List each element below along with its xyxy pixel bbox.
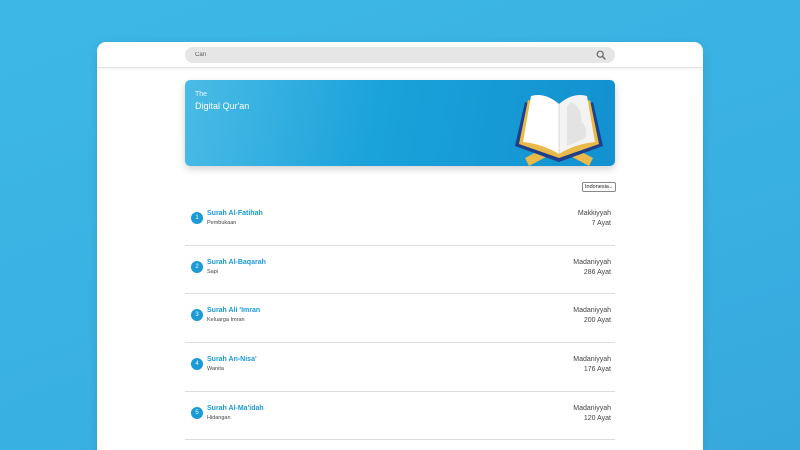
search-icon[interactable] [596, 50, 606, 60]
surah-ayat-count: 200 Ayat [583, 317, 611, 325]
surah-meaning: Wanita [207, 366, 224, 373]
surah-revelation-place: Madaniyyah [573, 258, 611, 266]
search-bar[interactable] [185, 47, 615, 63]
surah-ayat-count: 176 Ayat [583, 366, 611, 374]
language-select[interactable]: Indonesia ⌄ [582, 182, 616, 192]
surah-number-badge: 4 [191, 358, 203, 371]
surah-revelation-place: Madaniyyah [573, 307, 611, 315]
surah-row-1[interactable]: 1 Surah Al-Fatihah Pembukaan Makkiyyah 7… [185, 197, 615, 246]
hero-title: Digital Qur'an [195, 101, 250, 111]
surah-ayat-count: 120 Ayat [583, 414, 611, 422]
surah-revelation-place: Madaniyyah [573, 404, 611, 412]
surah-number-badge: 3 [191, 309, 203, 322]
surah-meaning: Sapi [207, 268, 219, 275]
surah-name[interactable]: Surah Al-Baqarah [207, 259, 266, 266]
surah-row-2[interactable]: 2 Surah Al-Baqarah Sapi Madaniyyah 286 A… [185, 246, 615, 295]
surah-row-4[interactable]: 4 Surah An-Nisa' Wanita Madaniyyah 176 A… [185, 343, 615, 392]
surah-name[interactable]: Surah Al-Fatihah [207, 210, 263, 217]
app-window: The Digital Qur'an Indonesia ⌄ 1 Surah A… [97, 42, 703, 450]
surah-row-3[interactable]: 3 Surah Ali 'Imran Keluarga Imran Madani… [185, 294, 615, 344]
surah-name[interactable]: Surah Al-Ma'idah [207, 405, 264, 412]
surah-number-badge: 1 [191, 212, 203, 224]
surah-name[interactable]: Surah An-Nisa' [207, 356, 257, 363]
surah-number-badge: 2 [191, 260, 203, 273]
chevron-down-icon: ⌄ [608, 184, 613, 190]
surah-revelation-place: Madaniyyah [573, 356, 611, 364]
hero-subtitle: The [195, 91, 208, 98]
hero-banner: The Digital Qur'an [185, 80, 615, 166]
surah-row-5[interactable]: 5 Surah Al-Ma'idah Hidangan Madaniyyah 1… [185, 392, 615, 441]
surah-meaning: Pembukaan [207, 220, 237, 226]
surah-ayat-count: 286 Ayat [583, 268, 611, 276]
surah-ayat-count: 7 Ayat [591, 220, 611, 227]
surah-name[interactable]: Surah Ali 'Imran [207, 307, 260, 314]
surah-meaning: Hidangan [207, 414, 231, 421]
surah-list: 1 Surah Al-Fatihah Pembukaan Makkiyyah 7… [185, 197, 615, 441]
open-quran-icon [515, 95, 603, 166]
search-input[interactable] [195, 48, 575, 62]
language-select-value: Indonesia [585, 184, 609, 190]
top-bar [97, 42, 703, 68]
surah-revelation-place: Makkiyyah [577, 210, 611, 217]
surah-meaning: Keluarga Imran [207, 317, 245, 324]
surah-number-badge: 5 [191, 406, 203, 419]
